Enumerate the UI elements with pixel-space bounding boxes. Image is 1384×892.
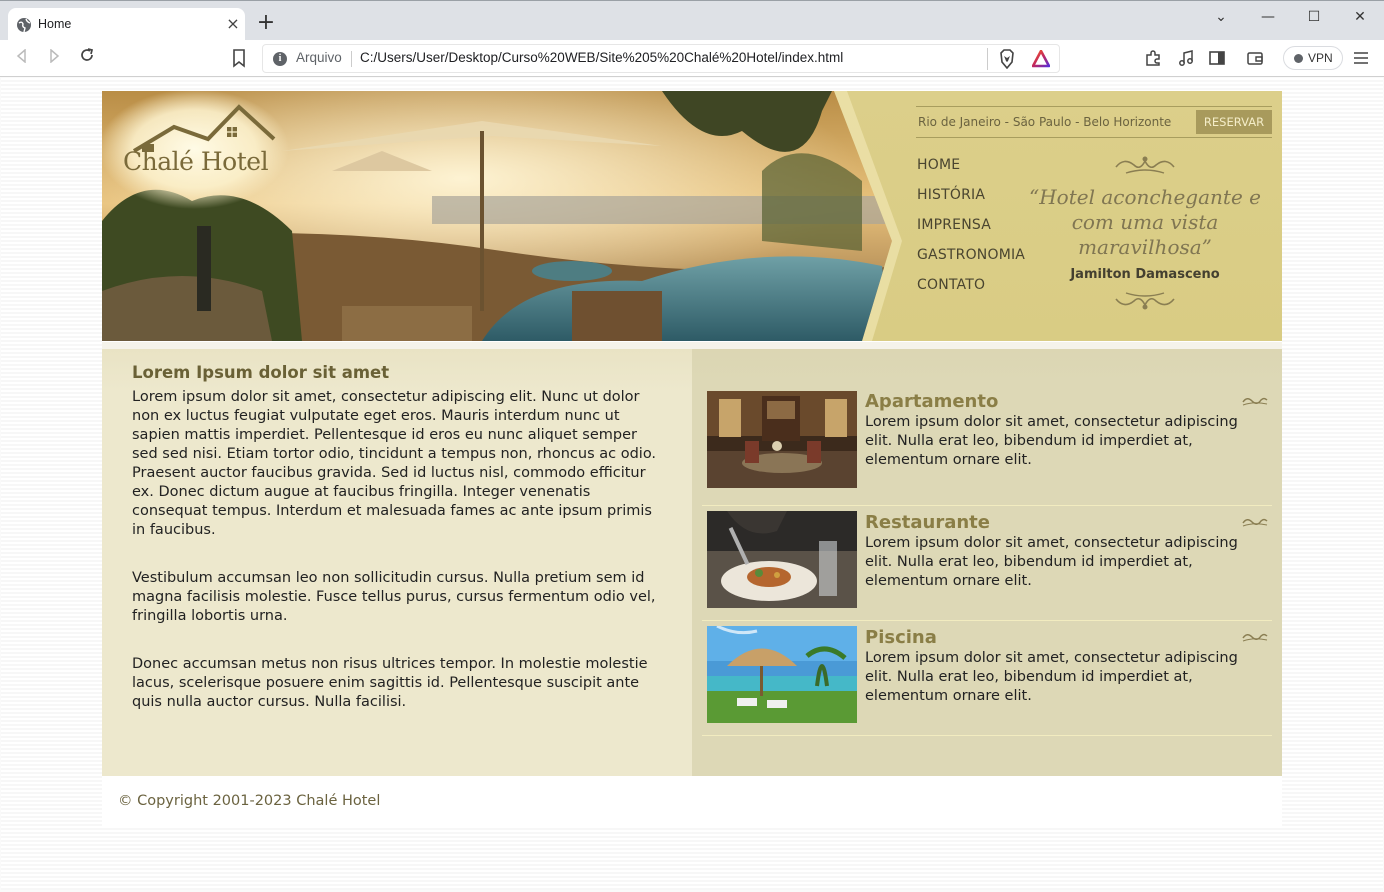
bookmark-icon[interactable] bbox=[229, 47, 249, 69]
feature-title: Apartamento bbox=[865, 391, 999, 412]
wallet-icon[interactable] bbox=[1245, 48, 1265, 68]
site-container: Chalé Hotel Rio de Janeiro - São Paulo -… bbox=[102, 91, 1282, 828]
wave-ornament-icon bbox=[1242, 518, 1268, 527]
testimonial-quote: “Hotel aconchegante e com uma vista mara… bbox=[1029, 185, 1261, 259]
feature-title: Piscina bbox=[865, 627, 937, 648]
vpn-label: VPN bbox=[1308, 51, 1333, 65]
tab-strip: Home × + ⌄ — ☐ ✕ bbox=[0, 0, 1384, 41]
globe-icon bbox=[17, 18, 31, 33]
nav-historia[interactable]: HISTÓRIA bbox=[917, 187, 1025, 217]
forward-button[interactable] bbox=[41, 46, 67, 70]
main-navigation: HOME HISTÓRIA IMPRENSA GASTRONOMIA CONTA… bbox=[917, 157, 1025, 307]
top-info-bar: Rio de Janeiro - São Paulo - Belo Horizo… bbox=[916, 106, 1272, 138]
feature-description: Lorem ipsum dolor sit amet, consectetur … bbox=[865, 535, 1238, 589]
wave-ornament-icon bbox=[1242, 633, 1268, 642]
origin-label: Arquivo bbox=[296, 50, 342, 65]
article-paragraph: Donec accumsan metus non risus ultrices … bbox=[132, 656, 648, 710]
site-header: Chalé Hotel Rio de Janeiro - São Paulo -… bbox=[102, 91, 1282, 341]
article-paragraph: Lorem ipsum dolor sit amet, consectetur … bbox=[132, 389, 657, 538]
music-note-icon[interactable] bbox=[1176, 48, 1196, 68]
sidebar-icon[interactable] bbox=[1207, 48, 1227, 68]
ornament-bottom-icon bbox=[1115, 292, 1175, 310]
browser-tab[interactable]: Home × bbox=[8, 8, 245, 41]
feature-item-piscina[interactable]: Piscina Lorem ipsum dolor sit amet, cons… bbox=[702, 621, 1272, 736]
nav-gastronomia[interactable]: GASTRONOMIA bbox=[917, 247, 1025, 277]
feature-description: Lorem ipsum dolor sit amet, consectetur … bbox=[865, 414, 1238, 468]
extensions-puzzle-icon[interactable] bbox=[1143, 48, 1163, 68]
article-paragraph: Vestibulum accumsan leo non sollicitudin… bbox=[132, 570, 656, 624]
feature-title: Restaurante bbox=[865, 512, 990, 533]
logo-wordmark[interactable]: Chalé Hotel bbox=[123, 147, 269, 176]
rewards-triangle-icon[interactable] bbox=[1032, 50, 1050, 68]
article-heading: Lorem Ipsum dolor sit amet bbox=[132, 363, 390, 382]
reload-icon bbox=[81, 48, 94, 61]
tab-title: Home bbox=[38, 17, 72, 31]
reload-button[interactable] bbox=[74, 46, 100, 70]
browser-toolbar: i Arquivo C:/Users/User/Desktop/Curso%20… bbox=[0, 40, 1384, 77]
reserve-button[interactable]: RESERVAR bbox=[1196, 110, 1272, 134]
site-footer: © Copyright 2001-2023 Chalé Hotel bbox=[102, 776, 1282, 828]
back-arrow-icon bbox=[16, 48, 26, 64]
nav-imprensa[interactable]: IMPRENSA bbox=[917, 217, 1025, 247]
restaurant-dish-image bbox=[707, 511, 857, 608]
wave-ornament-icon bbox=[1242, 397, 1268, 406]
forward-arrow-icon bbox=[50, 48, 60, 64]
vpn-status-icon bbox=[1294, 54, 1303, 63]
ornament-top-icon bbox=[1115, 156, 1175, 174]
nav-home[interactable]: HOME bbox=[917, 157, 1025, 187]
feature-description: Lorem ipsum dolor sit amet, consectetur … bbox=[865, 650, 1238, 704]
back-button[interactable] bbox=[9, 46, 35, 70]
testimonial-author: Jamilton Damasceno bbox=[1070, 267, 1220, 282]
cities-list: Rio de Janeiro - São Paulo - Belo Horizo… bbox=[918, 115, 1172, 129]
omnibox-separator bbox=[987, 48, 988, 70]
tab-close-icon[interactable]: × bbox=[223, 14, 243, 34]
brave-shield-icon[interactable] bbox=[998, 49, 1016, 69]
nav-contato[interactable]: CONTATO bbox=[917, 277, 1025, 307]
main-article: Lorem Ipsum dolor sit amet Lorem ipsum d… bbox=[102, 349, 692, 776]
feature-item-apartamento[interactable]: Apartamento Lorem ipsum dolor sit amet, … bbox=[702, 391, 1272, 506]
page-viewport: Chalé Hotel Rio de Janeiro - São Paulo -… bbox=[1, 78, 1383, 890]
vpn-button[interactable]: VPN bbox=[1283, 46, 1343, 70]
pool-umbrella-image bbox=[707, 626, 857, 723]
info-icon[interactable]: i bbox=[273, 52, 287, 66]
omnibox-separator bbox=[351, 51, 352, 67]
features-sidebar: Apartamento Lorem ipsum dolor sit amet, … bbox=[692, 349, 1282, 776]
hamburger-menu-icon[interactable] bbox=[1352, 49, 1370, 67]
apartment-room-image bbox=[707, 391, 857, 488]
address-bar[interactable]: i Arquivo C:/Users/User/Desktop/Curso%20… bbox=[262, 44, 1060, 73]
copyright-text: © Copyright 2001-2023 Chalé Hotel bbox=[118, 793, 381, 809]
url-text[interactable]: C:/Users/User/Desktop/Curso%20WEB/Site%2… bbox=[360, 50, 843, 65]
minimize-button[interactable]: — bbox=[1245, 7, 1291, 27]
new-tab-button[interactable]: + bbox=[254, 12, 278, 36]
tab-search-button[interactable]: ⌄ bbox=[1198, 7, 1244, 27]
header-divider bbox=[102, 341, 1282, 349]
content-area: Lorem Ipsum dolor sit amet Lorem ipsum d… bbox=[102, 349, 1282, 776]
feature-item-restaurante[interactable]: Restaurante Lorem ipsum dolor sit amet, … bbox=[702, 506, 1272, 621]
close-window-button[interactable]: ✕ bbox=[1337, 7, 1383, 27]
maximize-button[interactable]: ☐ bbox=[1291, 7, 1337, 27]
